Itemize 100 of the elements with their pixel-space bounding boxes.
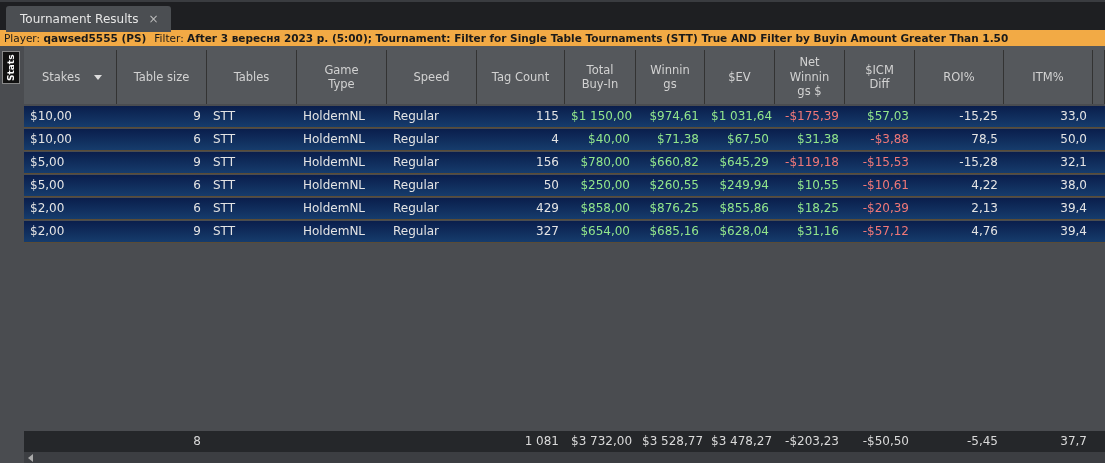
table-cell-text: $780,00 xyxy=(579,154,631,171)
table-cell-text: $249,94 xyxy=(718,177,770,194)
table-cell-text: $2,00 xyxy=(29,200,66,217)
table-cell-text: Regular xyxy=(392,154,441,171)
table-cell-text: 39,4 xyxy=(1059,223,1088,240)
table-cell-text: $645,29 xyxy=(718,154,770,171)
table-cell-text: $57,03 xyxy=(866,108,910,125)
table-cell-text: -$119,18 xyxy=(784,154,840,171)
table-cell-text: $654,00 xyxy=(579,223,631,240)
table-cell-text: $67,50 xyxy=(726,131,770,148)
table-cell-text: $250,00 xyxy=(579,177,631,194)
total-cell-text: -$50,50 xyxy=(861,433,910,450)
table-cell-text: Regular xyxy=(392,108,441,125)
table-cell-text: $10,00 xyxy=(29,108,73,125)
filter-text: Filter: After 3 вересня 2023 р. (5:00); Tournament: Filter for Single Table Tournaments (STT) True AND Filter by Buyin Amount Greater Than 1.50 xyxy=(154,31,1009,46)
table-cell-text: HoldemNL xyxy=(302,177,367,194)
table-cell-text: 6 xyxy=(192,131,202,148)
table-cell-text: 78,5 xyxy=(970,131,999,148)
table-cell-text: STT xyxy=(212,131,237,148)
table-cell-text: $628,04 xyxy=(718,223,770,240)
table-cell-text: $31,38 xyxy=(796,131,840,148)
table-cell-text: 9 xyxy=(192,223,202,240)
table-cell-text: 39,4 xyxy=(1059,200,1088,217)
table-cell-text: 327 xyxy=(535,223,560,240)
table-row[interactable]: $2,00 9 STT HoldemNL Regular 327 $654,00 $685,16 $628,04 $31,16 -$57,12 4,76 39,4 xyxy=(24,221,1105,243)
table-cell-text: 9 xyxy=(192,108,202,125)
table-cell-text: 50,0 xyxy=(1059,131,1088,148)
tab[interactable]: Tournament Results × xyxy=(6,6,171,32)
table-cell-text: $18,25 xyxy=(796,200,840,217)
table-cell-text: $660,82 xyxy=(648,154,700,171)
total-cell-text: $3 732,00 xyxy=(570,433,634,450)
table-cell-text: $685,16 xyxy=(648,223,700,240)
table-row[interactable]: $2,00 6 STT HoldemNL Regular 429 $858,00 $876,25 $855,86 $18,25 -$20,39 2,13 39,4 xyxy=(24,198,1105,220)
table-cell-text: 33,0 xyxy=(1059,108,1088,125)
table-cell-text: HoldemNL xyxy=(302,200,367,217)
table-cell-text: STT xyxy=(212,200,237,217)
table-cell-text: -$175,39 xyxy=(784,108,840,125)
table-cell-text: STT xyxy=(212,223,237,240)
table-cell-text: $10,55 xyxy=(796,177,840,194)
table-cell-text: 38,0 xyxy=(1059,177,1088,194)
table-cell-text: Regular xyxy=(392,131,441,148)
table-cell-text: $858,00 xyxy=(579,200,631,217)
table-cell-text: 429 xyxy=(535,200,560,217)
table-cell-text: 6 xyxy=(192,200,202,217)
table-cell-text: Regular xyxy=(392,200,441,217)
close-icon[interactable]: × xyxy=(148,10,159,28)
table-row[interactable]: $10,00 9 STT HoldemNL Regular 115 $1 150,00 $974,61 $1 031,64 -$175,39 $57,03 -15,25 33,0 xyxy=(24,106,1105,128)
table-cell-text: -$10,61 xyxy=(861,177,910,194)
table-cell-text: -15,25 xyxy=(958,108,999,125)
table-cell-text: -$15,53 xyxy=(861,154,910,171)
total-cell-text: -5,45 xyxy=(965,433,999,450)
table-cell-text: $1 031,64 xyxy=(710,108,774,125)
total-cell-text: $3 528,77 xyxy=(641,433,705,450)
table-row[interactable]: $5,00 9 STT HoldemNL Regular 156 $780,00 $660,82 $645,29 -$119,18 -$15,53 -15,28 32,1 xyxy=(24,152,1105,174)
table-cell-text: -$20,39 xyxy=(861,200,910,217)
table-cell-text: 115 xyxy=(535,108,560,125)
table-cell-text: $1 150,00 xyxy=(570,108,634,125)
scroll-left-icon[interactable] xyxy=(28,453,34,462)
table-cell-text: -$3,88 xyxy=(869,131,910,148)
table-cell-text: $2,00 xyxy=(29,223,66,240)
table-cell-text: HoldemNL xyxy=(302,154,367,171)
tab-title: Tournament Results xyxy=(20,11,139,28)
total-cell-text: 1 081 xyxy=(523,433,560,450)
table-cell-text: Regular xyxy=(392,177,441,194)
table-cell-text: 32,1 xyxy=(1059,154,1088,171)
table-row[interactable]: $5,00 6 STT HoldemNL Regular 50 $250,00 $260,55 $249,94 $10,55 -$10,61 4,22 38,0 xyxy=(24,175,1105,197)
table-cell-text: 156 xyxy=(535,154,560,171)
total-cell-text: $3 478,27 xyxy=(710,433,774,450)
table-row[interactable]: $10,00 6 STT HoldemNL Regular 4 $40,00 $71,38 $67,50 $31,38 -$3,88 78,5 50,0 xyxy=(24,129,1105,151)
total-cell-text: 8 xyxy=(192,433,202,450)
table-cell-text: 4,76 xyxy=(970,223,999,240)
sort-caret-icon xyxy=(94,74,103,80)
table-cell-text: HoldemNL xyxy=(302,223,367,240)
table-cell-text: 9 xyxy=(192,154,202,171)
table-cell-text: $5,00 xyxy=(29,154,66,171)
table-cell-text: $71,38 xyxy=(656,131,700,148)
table-cell-text: -15,28 xyxy=(958,154,999,171)
table-cell-text: $5,00 xyxy=(29,177,66,194)
table-cell-text: 6 xyxy=(192,177,202,194)
total-cell-text: -$203,23 xyxy=(784,433,840,450)
table-cell-text: $40,00 xyxy=(587,131,631,148)
table-cell-text: $876,25 xyxy=(648,200,700,217)
table-cell-text: STT xyxy=(212,154,237,171)
stats-tab[interactable]: Stats xyxy=(2,51,20,84)
table-cell-text: $855,86 xyxy=(718,200,770,217)
table-cell-text: 4,22 xyxy=(970,177,999,194)
total-cell-text: 37,7 xyxy=(1059,433,1088,450)
table-cell-text: STT xyxy=(212,177,237,194)
table-cell-text: STT xyxy=(212,108,237,125)
table-cell-text: HoldemNL xyxy=(302,108,367,125)
table-cell-text: $31,16 xyxy=(796,223,840,240)
table-cell-text: -$57,12 xyxy=(861,223,910,240)
table-cell-text: $974,61 xyxy=(648,108,700,125)
table-cell-text: 50 xyxy=(542,177,560,194)
table-cell-text: 4 xyxy=(550,131,560,148)
player-label: Player: qawsed5555 (PS) xyxy=(4,31,147,46)
table-cell-text: 2,13 xyxy=(970,200,999,217)
table-cell-text: HoldemNL xyxy=(302,131,367,148)
table-cell-text: $10,00 xyxy=(29,131,73,148)
table-cell-text: Regular xyxy=(392,223,441,240)
